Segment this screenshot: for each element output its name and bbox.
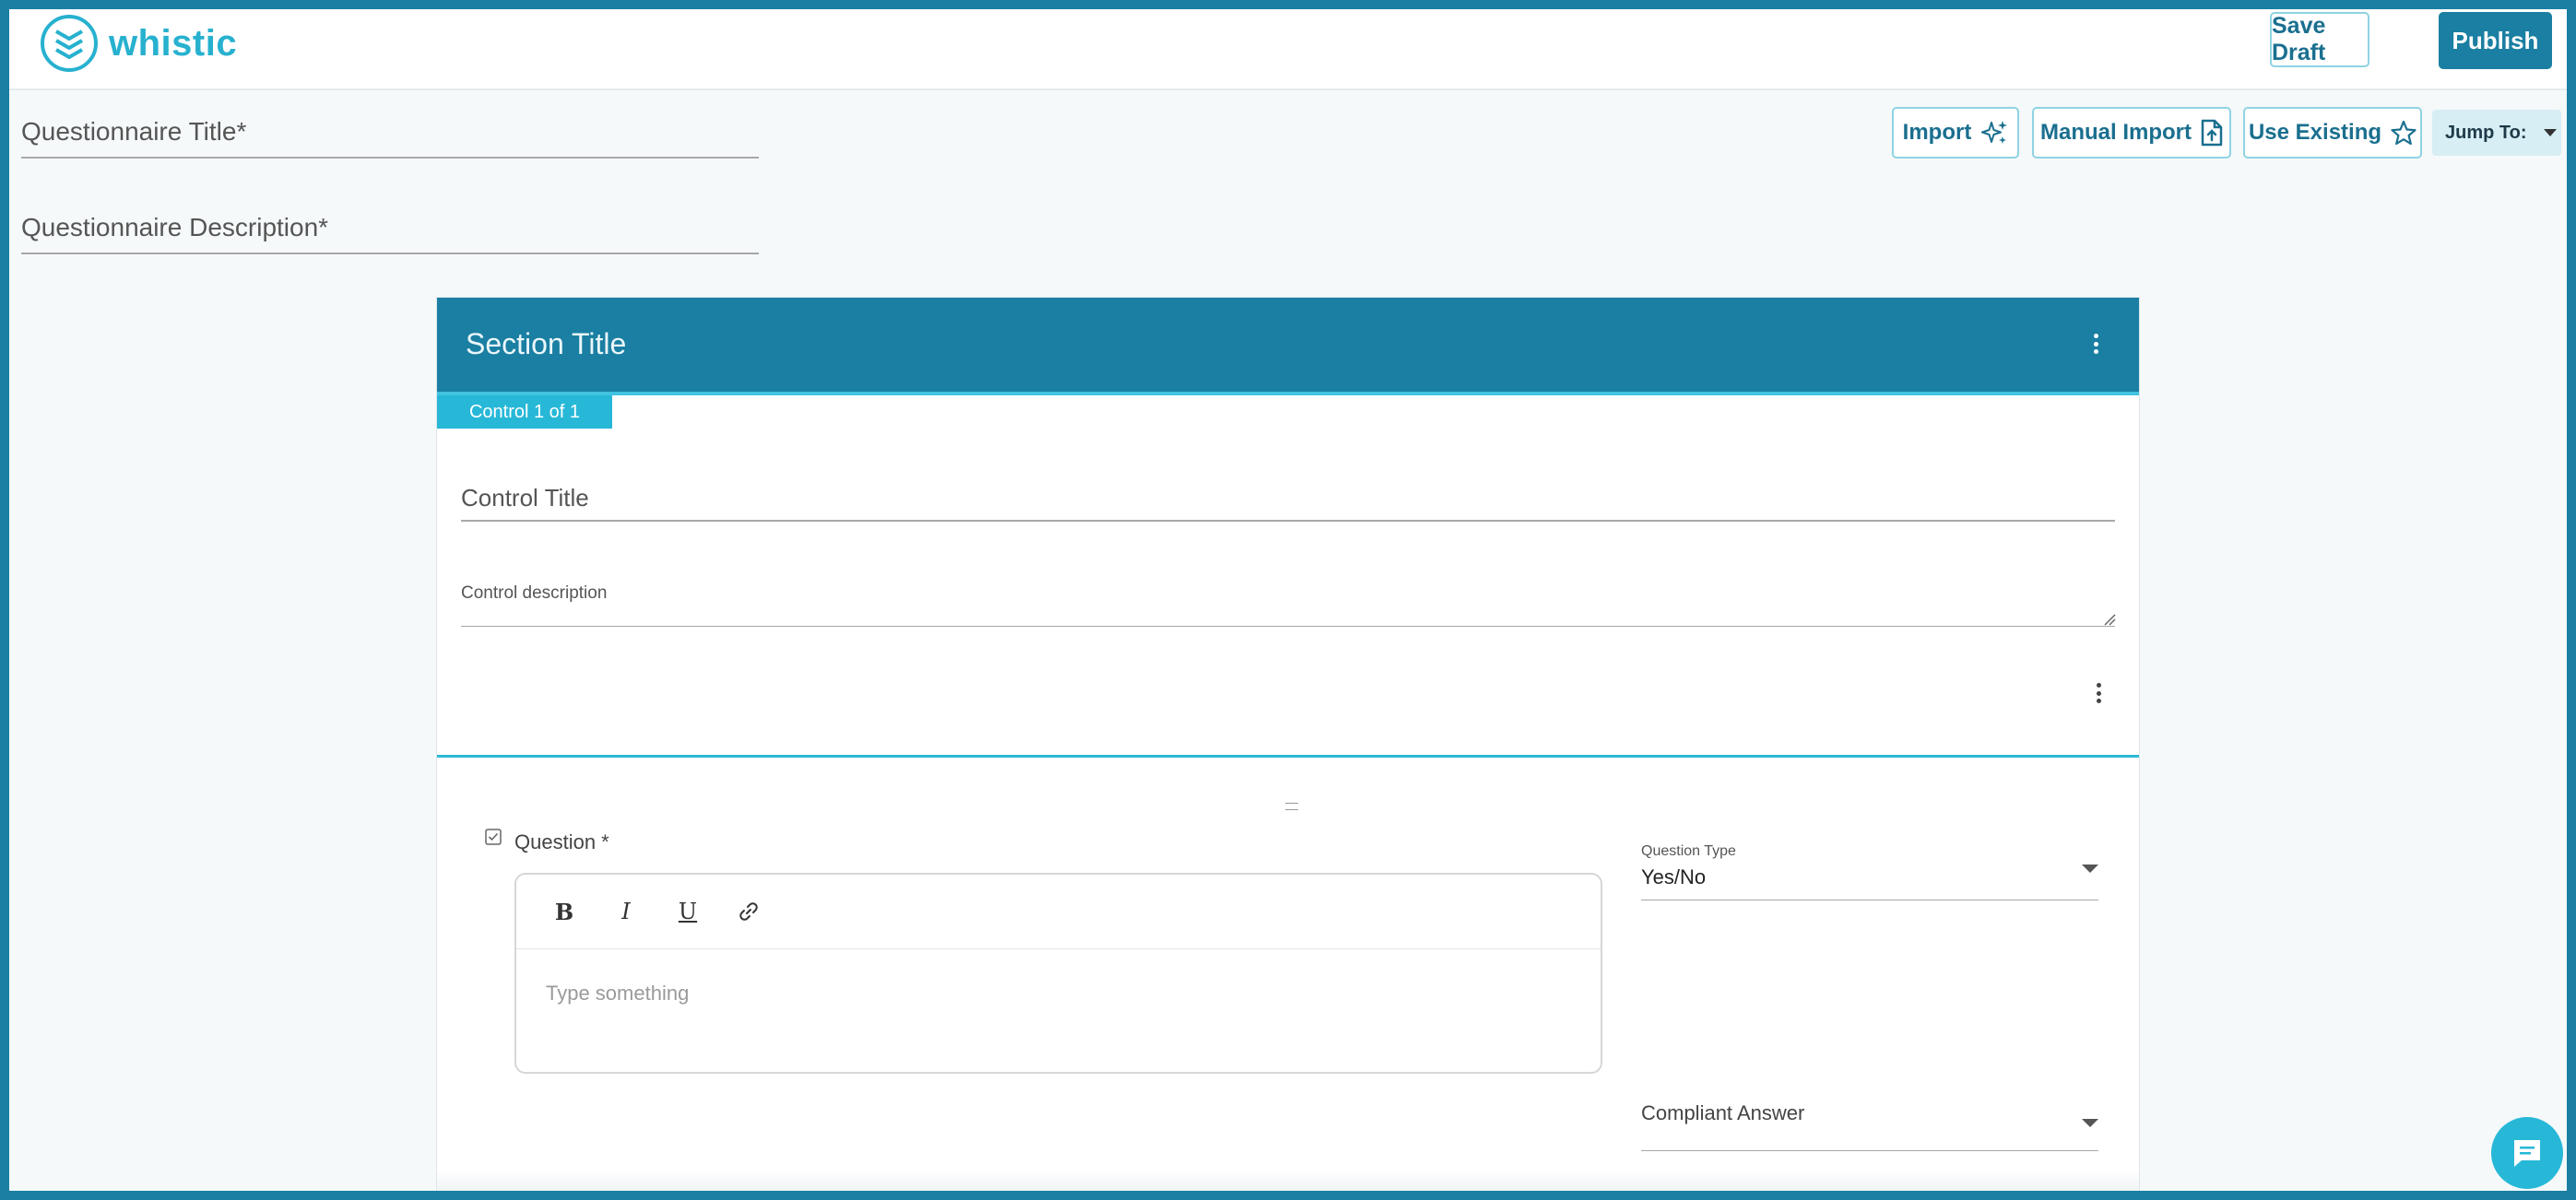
section-header: Section Title bbox=[437, 298, 2139, 395]
control-menu-icon[interactable] bbox=[2094, 683, 2103, 703]
whistic-logo-icon bbox=[41, 15, 98, 72]
scroll-shadow bbox=[437, 1170, 2139, 1191]
file-upload-icon bbox=[2201, 119, 2223, 147]
chevron-down-icon[interactable] bbox=[2082, 1119, 2098, 1127]
brand-name: whistic bbox=[109, 22, 238, 64]
sparkle-icon bbox=[1981, 121, 2008, 144]
chevron-down-icon[interactable] bbox=[2082, 865, 2098, 873]
control-description-input[interactable]: Control description bbox=[461, 583, 607, 604]
import-label: Import bbox=[1902, 120, 1972, 145]
import-button[interactable]: Import bbox=[1892, 107, 2019, 159]
drag-handle-icon[interactable] bbox=[1285, 803, 1298, 810]
questionnaire-description-input[interactable]: Questionnaire Description* bbox=[21, 213, 328, 242]
brand-logo[interactable]: whistic bbox=[39, 11, 237, 76]
section-menu-icon[interactable] bbox=[2091, 334, 2100, 354]
control-title-input[interactable]: Control Title bbox=[461, 484, 589, 512]
top-bar: whistic Save Draft Publish bbox=[9, 9, 2567, 90]
save-draft-button[interactable]: Save Draft bbox=[2270, 12, 2369, 67]
link-button[interactable] bbox=[732, 895, 765, 928]
chat-icon bbox=[2514, 1140, 2540, 1167]
use-existing-label: Use Existing bbox=[2248, 120, 2382, 145]
link-icon bbox=[739, 902, 758, 921]
section-card: Section Title Control 1 of 1 Control Tit… bbox=[436, 297, 2140, 1191]
star-icon bbox=[2391, 120, 2416, 146]
question-editor[interactable]: B I U Type something bbox=[514, 873, 1602, 1074]
underline-button[interactable]: U bbox=[671, 895, 704, 928]
chevron-down-icon bbox=[2543, 129, 2557, 136]
manual-import-button[interactable]: Manual Import bbox=[2032, 107, 2231, 159]
question-label: Question * bbox=[514, 830, 609, 853]
control-description-underline bbox=[461, 626, 2115, 627]
section-title[interactable]: Section Title bbox=[466, 327, 626, 361]
question-type-label: Question Type bbox=[1641, 843, 1736, 859]
control-counter-badge: Control 1 of 1 bbox=[437, 395, 612, 429]
compliant-answer-underline bbox=[1641, 1150, 2098, 1151]
editor-toolbar: B I U bbox=[516, 875, 1601, 949]
publish-label: Publish bbox=[2452, 26, 2539, 54]
save-draft-label: Save Draft bbox=[2272, 13, 2326, 65]
jump-to-dropdown[interactable]: Jump To: bbox=[2432, 110, 2561, 156]
checkbox-checked-icon[interactable] bbox=[485, 829, 502, 845]
questionnaire-description-underline bbox=[21, 253, 759, 254]
compliant-answer-select[interactable]: Compliant Answer bbox=[1641, 1101, 1804, 1125]
editor-placeholder: Type something bbox=[546, 982, 690, 1005]
chat-button[interactable] bbox=[2491, 1117, 2563, 1189]
bold-button[interactable]: B bbox=[548, 895, 581, 928]
control-title-underline bbox=[461, 520, 2115, 522]
questionnaire-title-underline bbox=[21, 157, 759, 159]
publish-button[interactable]: Publish bbox=[2439, 12, 2552, 69]
resize-handle-icon[interactable] bbox=[2103, 613, 2116, 626]
manual-import-label: Manual Import bbox=[2039, 120, 2192, 145]
use-existing-button[interactable]: Use Existing bbox=[2243, 107, 2422, 159]
jump-to-label: Jump To: bbox=[2445, 122, 2527, 143]
question-type-select[interactable]: Yes/No bbox=[1641, 865, 1706, 889]
questionnaire-title-input[interactable]: Questionnaire Title* bbox=[21, 117, 246, 147]
app-frame: whistic Save Draft Publish Questionnaire… bbox=[9, 9, 2567, 1191]
italic-button[interactable]: I bbox=[609, 895, 643, 928]
control-divider bbox=[437, 755, 2139, 758]
